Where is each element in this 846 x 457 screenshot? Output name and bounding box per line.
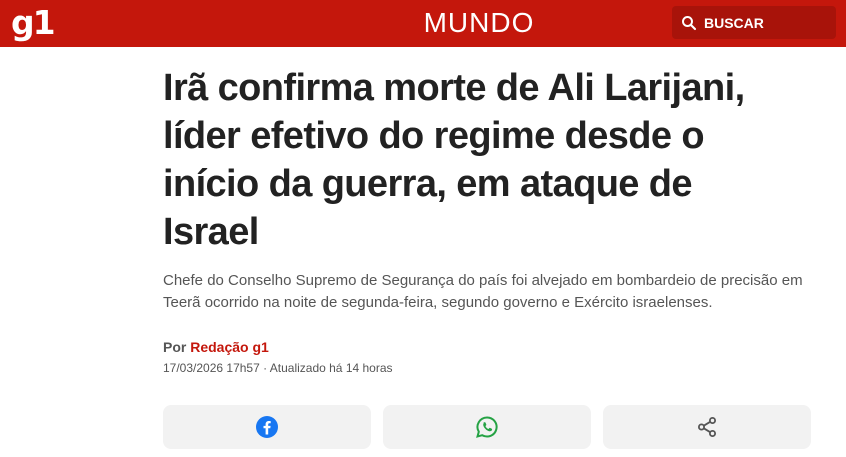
byline: Por Redação g1	[163, 338, 269, 356]
search-label: BUSCAR	[704, 14, 764, 31]
whatsapp-icon	[476, 416, 498, 438]
publish-date: 17/03/2026 17h57 · Atualizado há 14 hora…	[163, 361, 393, 375]
article-subtitle: Chefe do Conselho Supremo de Segurança d…	[163, 272, 803, 311]
share-generic-button[interactable]	[603, 405, 811, 449]
byline-prefix: Por	[163, 339, 187, 355]
search-button[interactable]: BUSCAR	[672, 6, 836, 39]
share-facebook-button[interactable]	[163, 405, 371, 449]
search-icon	[682, 15, 697, 30]
facebook-icon	[256, 416, 278, 438]
author-link[interactable]: Redação g1	[190, 339, 269, 355]
top-navigation-bar: g1 MUNDO BUSCAR	[0, 0, 846, 47]
share-icon	[698, 417, 716, 437]
share-whatsapp-button[interactable]	[383, 405, 591, 449]
article-headline: Irã confirma morte de Ali Larijani, líde…	[163, 67, 745, 253]
